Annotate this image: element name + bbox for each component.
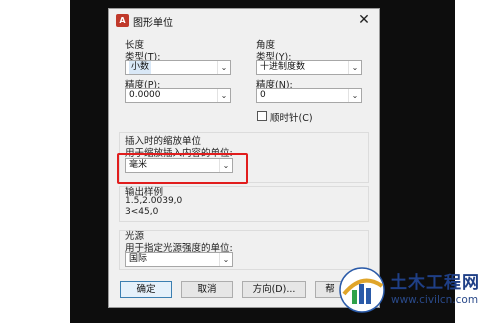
output-sample-line-2: 3<45,0 <box>125 207 159 217</box>
angle-precision-select[interactable]: 0 ⌄ <box>256 88 362 103</box>
clockwise-label: 顺时针(C) <box>270 113 313 124</box>
clockwise-checkbox[interactable] <box>257 111 267 121</box>
angle-precision-value: 0 <box>260 90 266 100</box>
dialog-title: 图形单位 <box>133 18 173 29</box>
cancel-button[interactable]: 取消 <box>181 281 233 298</box>
length-type-select[interactable]: 小数 ⌄ <box>125 60 231 75</box>
length-precision-value: 0.0000 <box>129 90 161 100</box>
autocad-app-icon: A <box>116 14 129 27</box>
angle-type-select[interactable]: 十进制度数 ⌄ <box>256 60 362 75</box>
close-icon[interactable]: ✕ <box>355 11 373 29</box>
lighting-units-value: 国际 <box>129 254 148 264</box>
direction-button[interactable]: 方向(D)... <box>242 281 306 298</box>
watermark-logo-icon <box>339 267 385 313</box>
chevron-down-icon: ⌄ <box>348 61 361 74</box>
chevron-down-icon: ⌄ <box>217 89 230 102</box>
site-watermark: 土木工程网 www.civilcn.com <box>338 262 494 318</box>
lighting-units-select[interactable]: 国际 ⌄ <box>125 252 233 267</box>
chevron-down-icon: ⌄ <box>217 61 230 74</box>
ok-button[interactable]: 确定 <box>120 281 172 298</box>
watermark-title: 土木工程网 <box>390 273 480 293</box>
chevron-down-icon: ⌄ <box>219 253 232 266</box>
highlight-annotation-box <box>117 153 248 184</box>
angle-type-value: 十进制度数 <box>260 62 306 72</box>
watermark-url: www.civilcn.com <box>391 294 479 306</box>
length-type-value: 小数 <box>129 61 152 74</box>
length-precision-select[interactable]: 0.0000 ⌄ <box>125 88 231 103</box>
chevron-down-icon: ⌄ <box>348 89 361 102</box>
dialog-titlebar: A 图形单位 ✕ <box>109 9 379 33</box>
